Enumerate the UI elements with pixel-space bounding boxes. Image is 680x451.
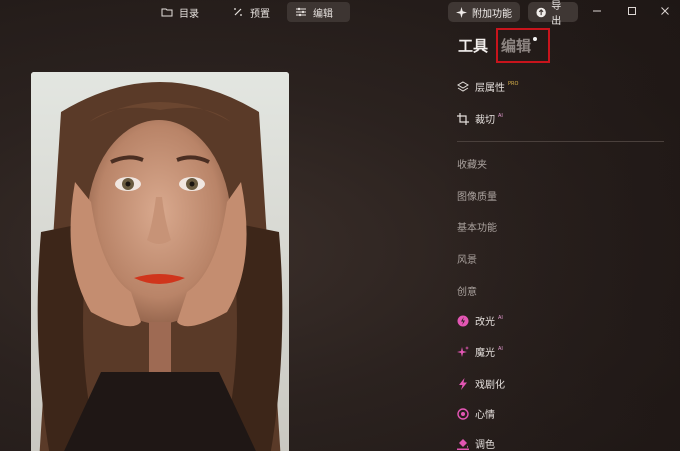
- relight-icon: [457, 315, 469, 326]
- paint-bucket-icon: [457, 438, 469, 450]
- panel-divider: [457, 141, 664, 142]
- tool-crop-label: 裁切: [475, 115, 495, 126]
- export-label: 导出: [551, 1, 562, 27]
- sliders-icon: [296, 7, 306, 17]
- tool-crop[interactable]: 裁切 AI: [457, 111, 503, 126]
- tool-dramatic-label: 戏剧化: [475, 380, 505, 391]
- tab-edit-label: 编辑: [313, 8, 333, 20]
- tool-mood-label: 心情: [475, 410, 495, 421]
- addons-label: 附加功能: [472, 8, 512, 20]
- ai-badge: AI: [498, 112, 503, 119]
- sparkle-icon: [456, 6, 467, 18]
- ai-badge: AI: [498, 314, 503, 321]
- top-bar: 目录 预置 编辑 附加功能 导出: [0, 0, 680, 27]
- tool-dramatic[interactable]: 戏剧化: [457, 376, 505, 391]
- mood-icon: [457, 407, 469, 420]
- close-icon: [661, 7, 669, 15]
- pro-badge: PRO: [508, 80, 519, 87]
- addons-button[interactable]: 附加功能: [448, 2, 520, 22]
- category-landscape[interactable]: 风景: [457, 251, 477, 266]
- folder-icon: [161, 8, 173, 17]
- lightning-icon: [459, 377, 467, 390]
- category-image-quality[interactable]: 图像质量: [457, 188, 497, 203]
- tool-layer-properties[interactable]: 层属性 PRO: [457, 79, 518, 94]
- crop-icon: [457, 112, 469, 125]
- close-button[interactable]: [658, 4, 672, 18]
- tool-relight-label: 改光: [475, 317, 495, 328]
- tool-color-grading-label: 调色: [475, 440, 495, 451]
- tool-magic-light[interactable]: 魔光 AI: [457, 344, 503, 359]
- tool-layer-properties-label: 层属性: [475, 83, 505, 94]
- sparkle-icon: [457, 345, 469, 357]
- tool-mood[interactable]: 心情: [457, 406, 495, 421]
- export-icon: [536, 7, 546, 17]
- minimize-button[interactable]: [590, 4, 604, 18]
- magic-wand-icon: [234, 8, 242, 16]
- photo-canvas[interactable]: [31, 72, 289, 451]
- tab-edit[interactable]: 编辑: [287, 2, 350, 22]
- tab-presets-label: 预置: [250, 8, 270, 20]
- tool-magic-light-label: 魔光: [475, 348, 495, 359]
- tab-catalog-label: 目录: [179, 8, 199, 20]
- panel-tab-tools[interactable]: 工具: [458, 35, 488, 56]
- tool-relight[interactable]: 改光 AI: [457, 313, 503, 328]
- tool-color-grading[interactable]: 调色: [457, 436, 495, 451]
- maximize-icon: [628, 7, 636, 15]
- export-button[interactable]: 导出: [528, 1, 578, 27]
- maximize-button[interactable]: [625, 4, 639, 18]
- category-creative[interactable]: 创意: [457, 283, 477, 298]
- category-favorites[interactable]: 收藏夹: [457, 156, 487, 171]
- ai-badge: AI: [498, 345, 503, 352]
- tab-presets[interactable]: 预置: [224, 2, 278, 22]
- portrait-image: [31, 72, 289, 451]
- tab-catalog[interactable]: 目录: [153, 2, 207, 22]
- layers-icon: [457, 80, 469, 92]
- category-essentials[interactable]: 基本功能: [457, 219, 497, 234]
- highlight-box: [496, 28, 550, 63]
- minimize-icon: [593, 10, 601, 12]
